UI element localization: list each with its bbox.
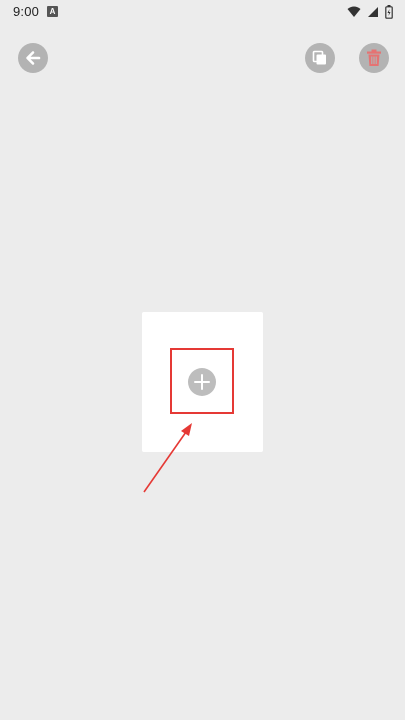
copy-icon	[312, 50, 326, 65]
battery-icon	[385, 5, 393, 19]
add-button[interactable]	[188, 368, 216, 396]
delete-button[interactable]	[359, 43, 389, 73]
notification-icon: A	[47, 6, 58, 17]
status-time: 9:00	[13, 4, 40, 19]
arrow-left-icon	[26, 51, 41, 65]
status-icons	[347, 4, 393, 20]
back-button[interactable]	[18, 43, 48, 73]
plus-icon	[194, 374, 210, 390]
trash-icon	[367, 49, 381, 66]
signal-icon	[368, 7, 378, 17]
copy-button[interactable]	[305, 43, 335, 73]
wifi-icon	[347, 6, 361, 17]
status-bar: 9:00 A	[0, 0, 405, 24]
